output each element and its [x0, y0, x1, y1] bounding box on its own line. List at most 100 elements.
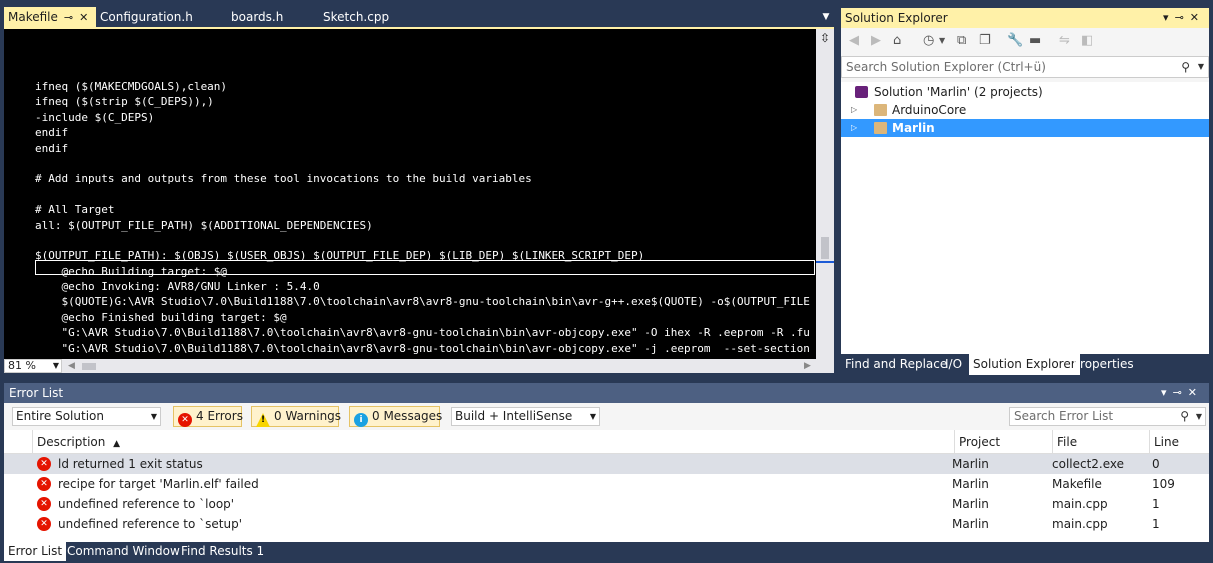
- expand-arrow-icon[interactable]: ▷: [851, 101, 857, 119]
- caret-position-marker: [816, 261, 834, 263]
- history-icon[interactable]: ◷: [923, 28, 934, 54]
- warning-icon: !: [256, 413, 270, 427]
- close-icon[interactable]: ✕: [1188, 386, 1203, 399]
- search-icon[interactable]: ⚲: [1180, 408, 1189, 425]
- errors-filter-button[interactable]: ✕ 4 Errors: [173, 406, 243, 427]
- scroll-thumb[interactable]: [821, 237, 829, 259]
- scroll-left-icon[interactable]: ◀: [68, 359, 75, 373]
- tab-configuration-h[interactable]: Configuration.h: [96, 7, 193, 27]
- tree-item-label: ArduinoCore: [892, 103, 967, 117]
- sync-icon[interactable]: ⇋: [1059, 28, 1070, 54]
- tree-item-arduinocore[interactable]: ▷ ArduinoCore: [841, 101, 1209, 119]
- scroll-right-icon[interactable]: ▶: [804, 359, 811, 373]
- split-window-icon[interactable]: ⇳: [816, 29, 834, 47]
- tree-item-marlin[interactable]: ▷ Marlin: [841, 119, 1209, 137]
- solution-search-input[interactable]: Search Solution Explorer (Ctrl+ü) ⚲ ▼: [841, 56, 1209, 78]
- chevron-down-icon[interactable]: ▼: [939, 28, 945, 54]
- pin-icon[interactable]: ⊸: [64, 8, 73, 28]
- tab-solution-explorer[interactable]: Solution Explorer: [969, 354, 1080, 375]
- vertical-scrollbar[interactable]: ⇳: [816, 29, 834, 359]
- messages-label: 0 Messages: [372, 409, 443, 423]
- column-header-description[interactable]: Description ▲: [32, 430, 954, 454]
- tab-label: I/O: [945, 357, 963, 371]
- warnings-filter-button[interactable]: ! 0 Warnings: [251, 406, 341, 427]
- close-icon[interactable]: ✕: [79, 8, 88, 28]
- tab-find-and-replace[interactable]: Find and Replace: [841, 354, 951, 375]
- column-header-icon[interactable]: [4, 430, 32, 454]
- code-text-area[interactable]: ifneq ($(MAKECMDGOALS),clean) ifneq ($(st…: [4, 29, 816, 359]
- column-label: Description: [37, 435, 106, 449]
- minus-icon[interactable]: ▬: [1029, 28, 1041, 54]
- search-icon[interactable]: ⚲: [1181, 57, 1190, 77]
- code-line: @echo Finished building target: $@: [35, 310, 287, 324]
- error-line: 1: [1152, 517, 1160, 531]
- code-line: all: $(OUTPUT_FILE_PATH) $(ADDITIONAL_DE…: [35, 218, 373, 232]
- code-line: endif: [35, 141, 69, 155]
- error-list-header: Error List ▾⊸✕: [4, 383, 1209, 403]
- tab-label: Configuration.h: [100, 10, 193, 24]
- solution-icon: [855, 86, 868, 98]
- error-file: collect2.exe: [1052, 457, 1125, 471]
- chevron-down-icon[interactable]: ▼: [818, 7, 834, 27]
- tab-boards-h[interactable]: boards.h: [227, 7, 283, 27]
- error-project: Marlin: [952, 497, 989, 511]
- expand-arrow-icon[interactable]: ▷: [851, 119, 857, 137]
- tab-find-results-1[interactable]: Find Results 1: [177, 542, 268, 561]
- tab-error-list[interactable]: Error List: [4, 542, 67, 561]
- back-icon[interactable]: ◀: [849, 28, 859, 54]
- search-placeholder: Search Solution Explorer (Ctrl+ü): [846, 60, 1046, 74]
- messages-filter-button[interactable]: i 0 Messages: [349, 406, 443, 427]
- home-icon[interactable]: ⌂: [893, 28, 901, 54]
- error-list-panel: Error List ▾⊸✕ Entire Solution ▼ ✕ 4 Erro…: [4, 383, 1209, 542]
- tab-io[interactable]: I/O: [941, 354, 966, 375]
- error-project: Marlin: [952, 457, 989, 471]
- code-line: -include $(C_DEPS): [35, 110, 155, 124]
- chevron-down-icon[interactable]: ▾: [1161, 386, 1173, 399]
- table-row[interactable]: ✕ undefined reference to `setup' Marlin …: [4, 514, 1209, 534]
- chevron-down-icon[interactable]: ▾: [1163, 11, 1175, 24]
- project-folder-icon: [874, 104, 887, 116]
- chevron-down-icon: ▼: [150, 412, 157, 421]
- chevron-down-icon[interactable]: ▼: [1196, 408, 1202, 425]
- zoom-level-select[interactable]: 81 % ▼: [4, 359, 62, 373]
- column-header-file[interactable]: File: [1052, 430, 1149, 454]
- sort-ascending-icon: ▲: [113, 439, 121, 449]
- pin-icon[interactable]: ⊸: [1173, 386, 1188, 399]
- horizontal-scroll-thumb[interactable]: [82, 363, 96, 370]
- error-line: 109: [1152, 477, 1175, 491]
- error-table-header: Description ▲ Project File Line: [4, 430, 1209, 454]
- build-filter-value: Build + IntelliSense: [455, 409, 573, 423]
- column-header-project[interactable]: Project: [954, 430, 1052, 454]
- panel-title: Error List: [9, 386, 64, 400]
- error-icon: ✕: [37, 497, 51, 511]
- code-line: "G:\AVR Studio\7.0\Build1188\7.0\toolcha…: [35, 341, 810, 355]
- table-row[interactable]: ✕ ld returned 1 exit status Marlin colle…: [4, 454, 1209, 474]
- properties-wrench-icon[interactable]: 🔧: [1007, 28, 1023, 54]
- error-search-input[interactable]: Search Error List ⚲ ▼: [1009, 407, 1206, 426]
- tab-command-window[interactable]: Command Window: [63, 542, 184, 561]
- tab-sketch-cpp[interactable]: Sketch.cpp: [319, 7, 389, 27]
- info-icon: i: [354, 413, 368, 427]
- preview-icon[interactable]: ◧: [1081, 28, 1093, 54]
- collapse-all-icon[interactable]: ⧉: [957, 28, 966, 54]
- error-line: 1: [1152, 497, 1160, 511]
- tab-makefile[interactable]: Makefile ⊸ ✕: [4, 7, 96, 27]
- close-icon[interactable]: ✕: [1190, 11, 1205, 24]
- tab-properties[interactable]: Properties: [1069, 354, 1138, 375]
- code-lines: ifneq ($(MAKECMDGOALS),clean) ifneq ($(st…: [35, 79, 810, 359]
- tree-item-solution[interactable]: Solution 'Marlin' (2 projects): [841, 83, 1209, 101]
- tab-label: Solution Explorer: [973, 357, 1076, 371]
- chevron-down-icon[interactable]: ▼: [1198, 57, 1204, 77]
- pin-icon[interactable]: ⊸: [1175, 11, 1190, 24]
- show-all-files-icon[interactable]: ❐: [979, 28, 991, 54]
- scope-select[interactable]: Entire Solution ▼: [12, 407, 161, 426]
- column-header-line[interactable]: Line: [1149, 430, 1209, 454]
- solution-explorer-toolbar: ◀ ▶ ⌂ ◷ ▼ ⧉ ❐ 🔧 ▬ ⇋ ◧: [841, 28, 1209, 54]
- build-filter-select[interactable]: Build + IntelliSense ▼: [451, 407, 600, 426]
- table-row[interactable]: ✕ undefined reference to `loop' Marlin m…: [4, 494, 1209, 514]
- table-row[interactable]: ✕ recipe for target 'Marlin.elf' failed …: [4, 474, 1209, 494]
- forward-icon[interactable]: ▶: [871, 28, 881, 54]
- zoom-level-value: 81 %: [8, 359, 36, 372]
- bottom-tool-tabs: Error List Command Window Find Results 1: [4, 542, 1209, 561]
